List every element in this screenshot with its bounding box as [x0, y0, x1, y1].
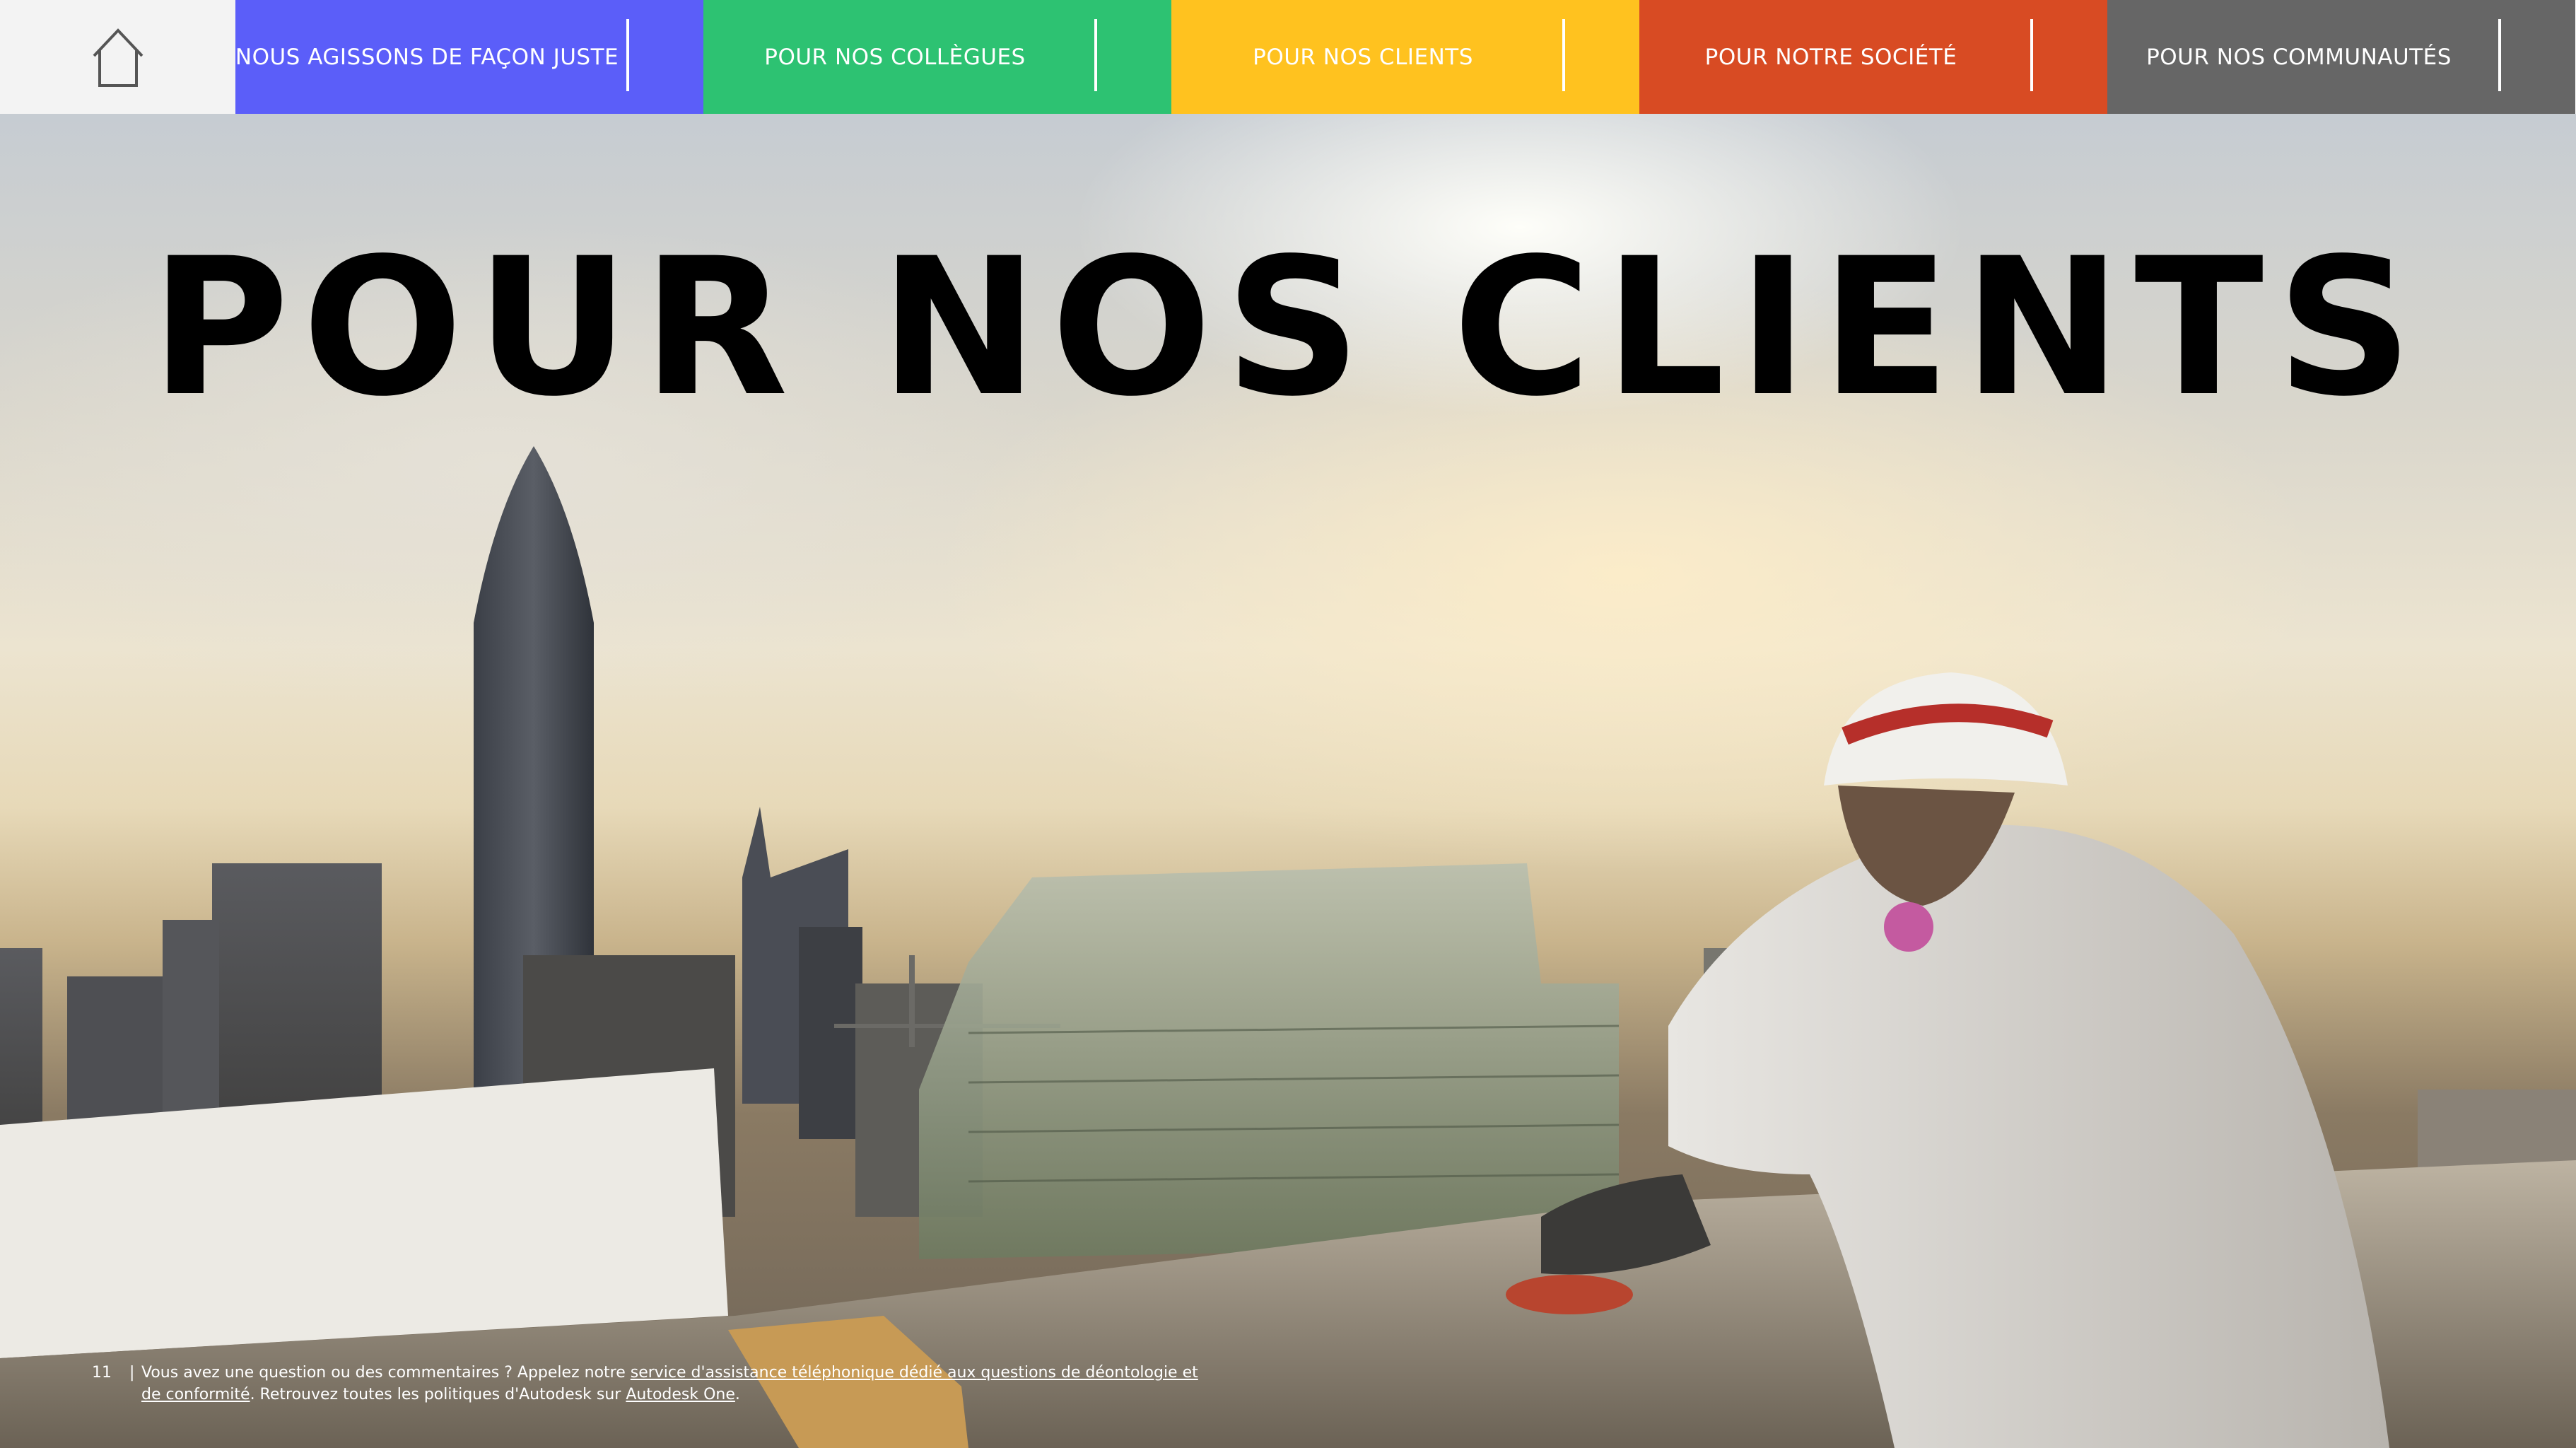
top-navigation: NOUS AGISSONS DE FAÇON JUSTE POUR NOS CO…	[0, 0, 2576, 114]
tab-pour-nos-clients[interactable]: POUR NOS CLIENTS	[1171, 0, 1639, 114]
page-number-area: 11 |	[92, 1362, 141, 1406]
tab-divider	[626, 19, 629, 91]
footer-text-before: Vous avez une question ou des commentair…	[141, 1364, 631, 1382]
page: NOUS AGISSONS DE FAÇON JUSTE POUR NOS CO…	[0, 0, 2576, 1448]
footer-text-end: .	[734, 1386, 740, 1403]
tab-pour-notre-societe[interactable]: POUR NOTRE SOCIÉTÉ	[1639, 0, 2107, 114]
tab-label: POUR NOS COMMUNAUTÉS	[2146, 44, 2452, 70]
footer-text-middle: . Retrouvez toutes les politiques d'Auto…	[250, 1386, 626, 1403]
tab-divider	[2498, 19, 2501, 91]
tab-divider	[2030, 19, 2033, 91]
footer: 11 | Vous avez une question ou des comme…	[92, 1362, 1202, 1406]
page-separator: |	[129, 1364, 135, 1382]
tab-pour-nos-communautes[interactable]: POUR NOS COMMUNAUTÉS	[2107, 0, 2575, 114]
house-icon	[93, 28, 143, 87]
page-number: 11	[92, 1364, 112, 1382]
page-title: POUR NOS CLIENTS	[150, 218, 2426, 438]
tab-label: POUR NOS CLIENTS	[1253, 44, 1473, 70]
tab-label: NOUS AGISSONS DE FAÇON JUSTE	[235, 44, 619, 70]
tab-pour-nos-collegues[interactable]: POUR NOS COLLÈGUES	[703, 0, 1171, 114]
tab-label: POUR NOTRE SOCIÉTÉ	[1704, 44, 1957, 70]
tab-divider	[1562, 19, 1565, 91]
footer-text: Vous avez une question ou des commentair…	[141, 1362, 1202, 1406]
tab-nous-agissons[interactable]: NOUS AGISSONS DE FAÇON JUSTE	[235, 0, 703, 114]
autodesk-one-link[interactable]: Autodesk One	[626, 1386, 735, 1403]
home-button[interactable]	[0, 0, 235, 114]
tab-divider	[1094, 19, 1097, 91]
tab-label: POUR NOS COLLÈGUES	[764, 44, 1026, 70]
